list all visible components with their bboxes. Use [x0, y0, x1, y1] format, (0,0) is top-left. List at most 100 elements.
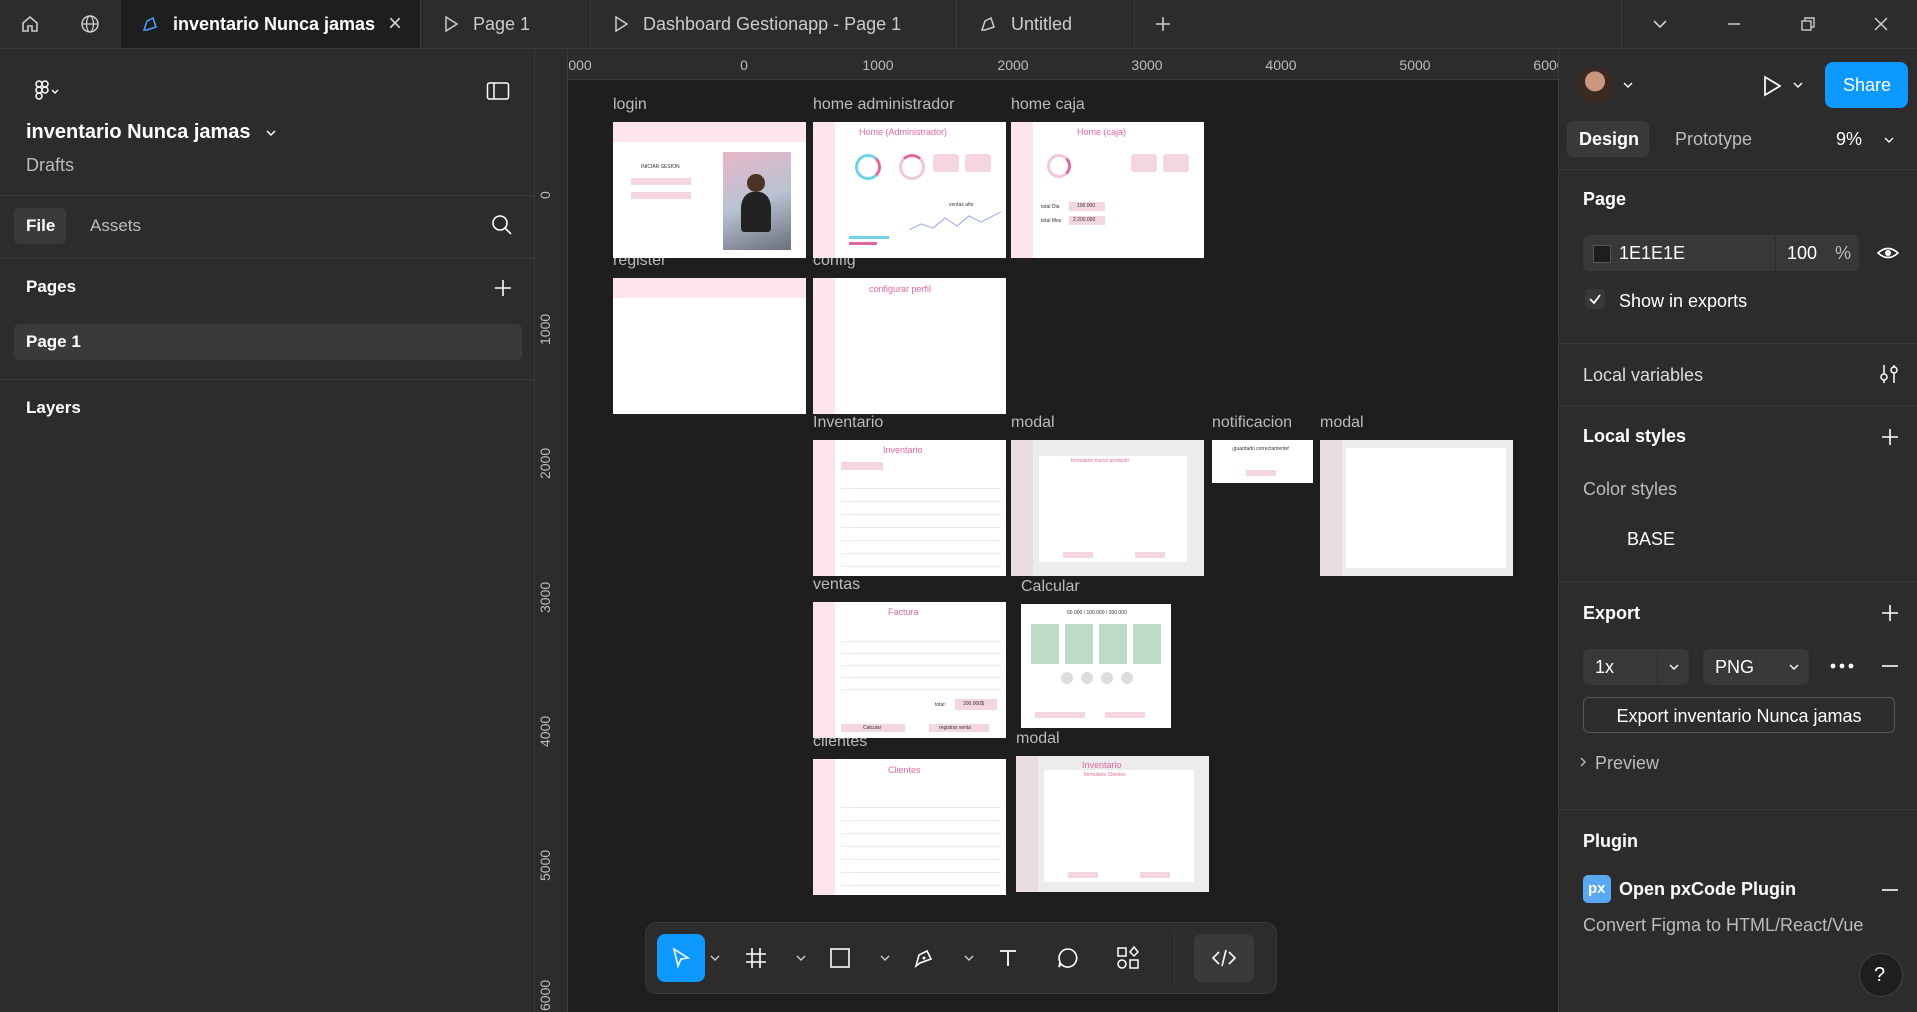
color-style-item[interactable]: BASE	[1627, 529, 1675, 550]
frame-register[interactable]	[613, 278, 806, 414]
canvas[interactable]: 000 0 1000 2000 3000 4000 5000 6000 0 10…	[535, 49, 1558, 1012]
page-item[interactable]: Page 1	[14, 324, 522, 360]
chevron-down-icon[interactable]	[964, 954, 974, 962]
tab-page-1[interactable]: Page 1	[421, 0, 591, 48]
export-format-select[interactable]: PNG	[1703, 649, 1809, 685]
chevron-down-icon[interactable]	[710, 954, 720, 962]
chevron-down-icon[interactable]	[1793, 81, 1803, 89]
export-button[interactable]: Export inventario Nunca jamas	[1583, 697, 1895, 733]
variables-icon[interactable]	[1879, 363, 1899, 385]
guardar-button	[1068, 872, 1098, 878]
preview-toggle[interactable]: Preview	[1595, 753, 1659, 774]
total-mes-label: total Mes	[1041, 218, 1062, 224]
divider	[0, 258, 534, 259]
show-in-exports-checkbox[interactable]	[1585, 289, 1605, 309]
file-location[interactable]: Drafts	[26, 155, 74, 176]
more-options-icon[interactable]	[1829, 662, 1855, 670]
coin	[1061, 672, 1073, 684]
minus-icon[interactable]	[1881, 657, 1899, 675]
tab-bar: inventario Nunca jamas × Page 1 Dashboar…	[0, 0, 1917, 49]
pen-tool[interactable]	[900, 934, 948, 982]
comment-tool[interactable]	[1044, 934, 1092, 982]
eye-icon[interactable]	[1877, 244, 1899, 262]
frame-modal[interactable]: formulario nuevo producto	[1011, 440, 1204, 576]
design-file-icon	[142, 16, 157, 31]
frame-calcular[interactable]: 50.000 / 100.000 / 200.000	[1021, 604, 1171, 728]
frame-label-home-admin[interactable]: home administrador	[813, 96, 954, 114]
local-variables-heading[interactable]: Local variables	[1583, 365, 1703, 386]
frame-label-login[interactable]: login	[613, 96, 647, 114]
frame-notificacion[interactable]: ¡guardado correctamente!	[1212, 440, 1313, 483]
close-window-button[interactable]	[1845, 0, 1917, 48]
frame-label-ventas[interactable]: ventas	[813, 576, 860, 594]
tab-assets[interactable]: Assets	[90, 216, 141, 236]
frame-inventario[interactable]: Inventario	[813, 440, 1006, 576]
chevron-down-icon[interactable]	[796, 954, 806, 962]
bills-header: 50.000 / 100.000 / 200.000	[1067, 610, 1127, 616]
tab-file[interactable]: File	[14, 208, 66, 244]
chevron-down-icon[interactable]	[1884, 136, 1894, 144]
chevron-right-icon[interactable]	[1579, 757, 1587, 767]
help-button[interactable]: ?	[1859, 953, 1903, 997]
frame-label-modal[interactable]: modal	[1016, 730, 1060, 748]
move-tool[interactable]	[657, 934, 705, 982]
toggle-sidebar-button[interactable]	[476, 69, 520, 113]
shape-tool[interactable]	[816, 934, 864, 982]
zoom-level[interactable]: 9%	[1836, 129, 1862, 150]
frame-home-caja[interactable]: Home (caja) total Dia total Mes 100.000 …	[1011, 122, 1204, 258]
restore-button[interactable]	[1771, 0, 1845, 48]
export-scale-select[interactable]: 1x	[1583, 649, 1689, 685]
minimize-button[interactable]	[1697, 0, 1771, 48]
main-menu-button[interactable]	[24, 69, 68, 113]
page-color-field[interactable]: 1E1E1E 100 %	[1583, 235, 1859, 271]
frame-tool[interactable]	[732, 934, 780, 982]
frame-modal[interactable]	[1320, 440, 1513, 576]
chevron-down-icon[interactable]	[880, 954, 890, 962]
plugin-name[interactable]: Open pxCode Plugin	[1619, 879, 1796, 900]
frame-label-home-caja[interactable]: home caja	[1011, 96, 1085, 114]
frame-clientes[interactable]: Clientes	[813, 759, 1006, 895]
new-tab-button[interactable]	[1135, 0, 1191, 48]
ruler-tick: 4000	[1265, 57, 1297, 73]
plus-icon[interactable]	[1881, 428, 1899, 446]
chevron-down-icon[interactable]	[1623, 81, 1633, 89]
show-in-exports-label: Show in exports	[1619, 291, 1748, 311]
file-name[interactable]: inventario Nunca jamas	[26, 121, 251, 144]
page-color-value: 1E1E1E	[1619, 243, 1686, 263]
frame-home-admin[interactable]: Home (Administrador) ventas año	[813, 122, 1006, 258]
home-button[interactable]	[0, 0, 60, 48]
avatar[interactable]	[1577, 67, 1613, 103]
dev-mode-toggle[interactable]	[1194, 934, 1254, 982]
tab-dashboard[interactable]: Dashboard Gestionapp - Page 1	[591, 0, 957, 48]
table	[841, 630, 1001, 690]
ruler-tick: 2000	[537, 447, 553, 479]
tabs-dropdown-button[interactable]	[1621, 0, 1698, 48]
color-swatch[interactable]	[1593, 245, 1611, 263]
frame-modal[interactable]: Inventario formulario Clientes	[1016, 756, 1209, 892]
frame-label-modal[interactable]: modal	[1011, 414, 1055, 432]
card	[1131, 154, 1157, 172]
frame-label-modal[interactable]: modal	[1320, 414, 1364, 432]
frame-config[interactable]: configurar perfil	[813, 278, 1006, 414]
text-tool[interactable]	[984, 934, 1032, 982]
close-tab-icon[interactable]: ×	[388, 10, 402, 38]
actions-tool[interactable]	[1104, 934, 1152, 982]
frame-label-calcular[interactable]: Calcular	[1021, 578, 1080, 596]
frame-label-inventario[interactable]: Inventario	[813, 414, 883, 432]
add-page-icon[interactable]	[494, 279, 512, 297]
present-play-icon[interactable]	[1761, 74, 1783, 98]
community-button[interactable]	[60, 0, 120, 48]
frame-label-notificacion[interactable]: notificacion	[1212, 414, 1292, 432]
plus-icon[interactable]	[1881, 604, 1899, 622]
share-button[interactable]: Share	[1825, 62, 1908, 108]
search-icon[interactable]	[491, 214, 513, 236]
frame-ventas[interactable]: Factura total: 200.000$ Calcular registr…	[813, 602, 1006, 738]
frame-login[interactable]: INICIAR SESION	[613, 122, 806, 258]
chevron-down-icon[interactable]	[265, 129, 277, 137]
tab-untitled[interactable]: Untitled	[957, 0, 1135, 48]
tab-inventario[interactable]: inventario Nunca jamas ×	[121, 0, 421, 48]
tab-prototype[interactable]: Prototype	[1675, 129, 1752, 150]
total-label: total:	[935, 702, 946, 708]
minus-icon[interactable]	[1881, 881, 1899, 899]
tab-design[interactable]: Design	[1567, 121, 1649, 157]
